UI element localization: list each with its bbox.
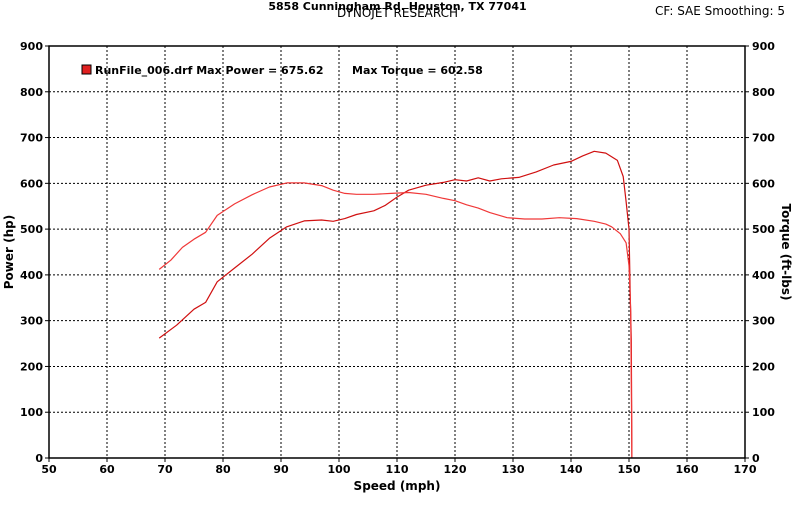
y2-tick-label: 800 [752, 86, 775, 99]
y2-tick-label: 400 [752, 269, 775, 282]
y-tick-label: 200 [20, 360, 43, 373]
y2-tick-label: 0 [752, 452, 760, 465]
x-tick-label: 110 [386, 463, 409, 476]
y-tick-label: 700 [20, 132, 43, 145]
x-tick-label: 160 [676, 463, 699, 476]
x-tick-label: 80 [215, 463, 231, 476]
dyno-chart: 50 60 70 80 90 100 110 120 130 140 150 160 170 01002… [2, 40, 793, 493]
y-tick-label: 500 [20, 223, 43, 236]
y-tick-label: 100 [20, 406, 43, 419]
x-tick-label: 50 [41, 463, 57, 476]
y-tick-label: 0 [35, 452, 43, 465]
x-tick-label: 100 [328, 463, 351, 476]
legend-torque-label: Max Torque = 602.58 [352, 64, 483, 77]
x-tick-label: 130 [502, 463, 525, 476]
y2-tick-label: 200 [752, 360, 775, 373]
y2-tick-label: 900 [752, 40, 775, 53]
legend-run-label: RunFile_006.drf Max Power = 675.62 [95, 64, 324, 77]
x-tick-label: 90 [273, 463, 289, 476]
legend-swatch [81, 64, 92, 75]
y-tick-label: 400 [20, 269, 43, 282]
y-tick-label: 300 [20, 315, 43, 328]
y-tick-label: 600 [20, 177, 43, 190]
y2-tick-label: 600 [752, 177, 775, 190]
x-tick-label: 60 [99, 463, 115, 476]
y-axis-ticks: 0 100 200 300 400 500 600 700 800 900 [20, 40, 49, 465]
x-tick-label: 120 [444, 463, 467, 476]
x-axis-ticks: 50 60 70 80 90 100 110 120 130 140 150 160 170 [41, 458, 757, 476]
y2-tick-label: 300 [752, 315, 775, 328]
y2-axis-label: Torque (ft-lbs) [779, 204, 793, 301]
y-tick-label: 900 [20, 40, 43, 53]
y-axis-label: Power (hp) [2, 215, 16, 289]
x-tick-label: 150 [618, 463, 641, 476]
y2-tick-label: 500 [752, 223, 775, 236]
y2-axis-ticks: 0 100 200 300 400 500 600 700 800 900 [745, 40, 775, 465]
y-tick-label: 800 [20, 86, 43, 99]
x-tick-label: 70 [157, 463, 173, 476]
y2-tick-label: 700 [752, 132, 775, 145]
x-tick-label: 140 [560, 463, 583, 476]
y2-tick-label: 100 [752, 406, 775, 419]
x-axis-label: Speed (mph) [354, 479, 441, 493]
